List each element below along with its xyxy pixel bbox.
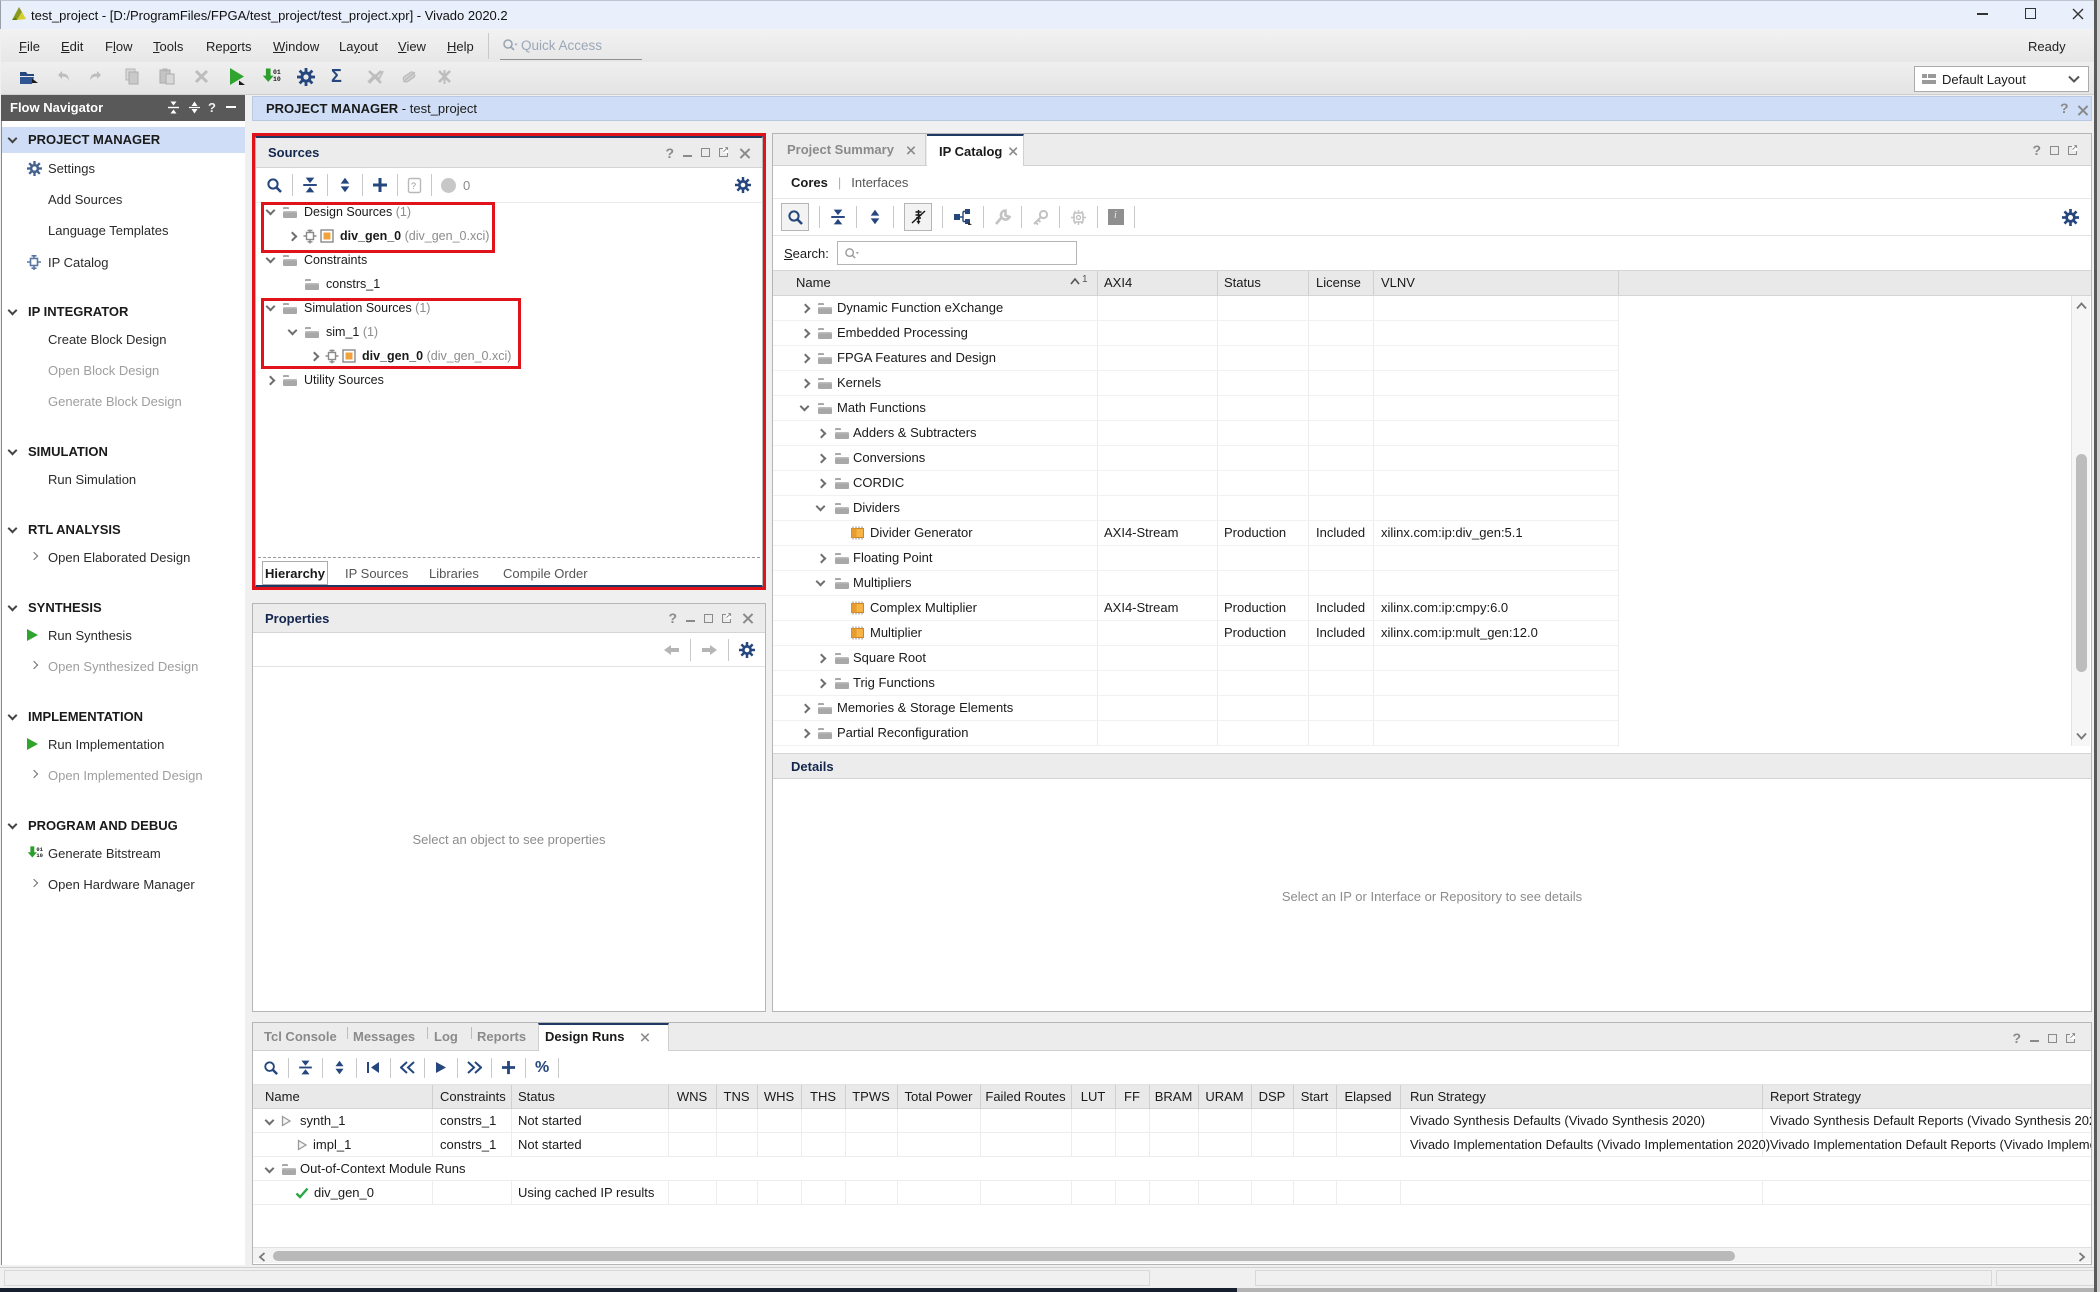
svg-text:10: 10	[36, 852, 43, 859]
svg-text:10: 10	[273, 76, 281, 83]
svg-text:01: 01	[273, 69, 281, 76]
